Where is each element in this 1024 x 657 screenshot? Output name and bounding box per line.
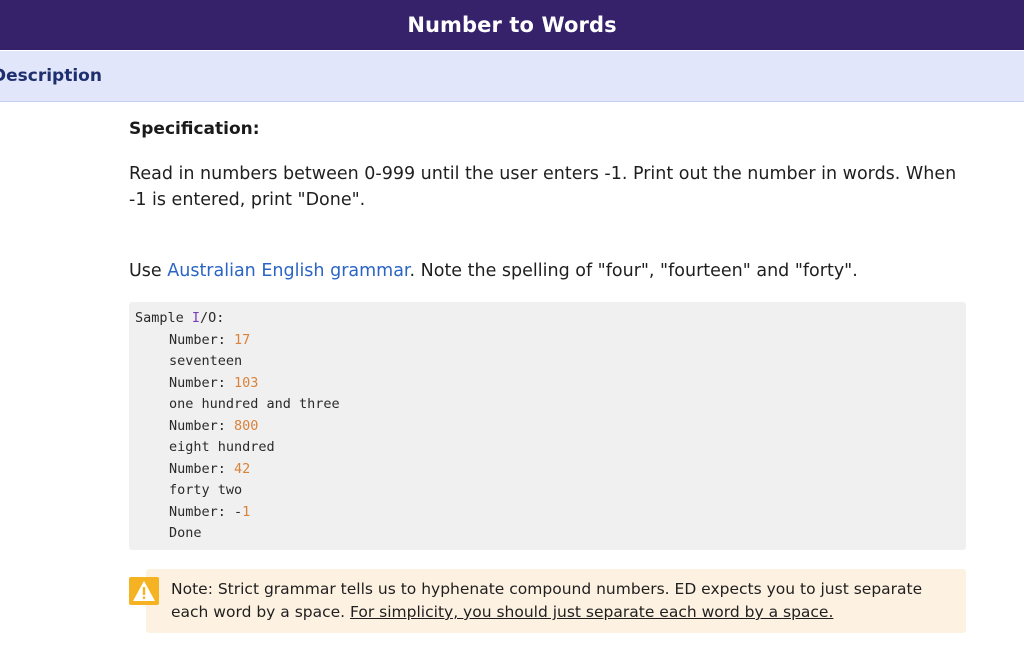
input-number: 1 bbox=[242, 503, 251, 520]
code-line: eight hundred bbox=[169, 439, 275, 455]
grammar-suffix: . Note the spelling of "four", "fourteen… bbox=[409, 261, 858, 281]
specification-heading: Specification: bbox=[129, 119, 260, 139]
code-line: seventeen bbox=[169, 353, 243, 369]
code-line: Number: -1 bbox=[169, 502, 250, 523]
prompt-label: Number: bbox=[169, 460, 235, 477]
grammar-paragraph: Use Australian English grammar. Note the… bbox=[129, 258, 966, 284]
code-line: Number: 42 bbox=[169, 459, 250, 480]
code-line: Number: 103 bbox=[169, 373, 258, 394]
sample-io-title: Sample I/O: bbox=[135, 308, 224, 329]
tab-description[interactable]: Description bbox=[0, 66, 102, 86]
code-line: one hundred and three bbox=[169, 396, 340, 412]
prompt-label: Number: bbox=[169, 503, 235, 520]
code-line: forty two bbox=[169, 482, 243, 498]
prompt-label: Number: bbox=[169, 374, 235, 391]
grammar-prefix: Use bbox=[129, 261, 168, 281]
app-header: Number to Words bbox=[0, 0, 1024, 50]
spec-paragraph: Read in numbers between 0-999 until the … bbox=[129, 164, 957, 210]
sample-title-keyword: I bbox=[191, 310, 201, 326]
page-title: Number to Words bbox=[407, 13, 617, 37]
australian-grammar-link[interactable]: Australian English grammar bbox=[167, 261, 409, 281]
input-number: 17 bbox=[234, 331, 251, 348]
code-line: Done bbox=[169, 525, 202, 541]
code-line: Number: 17 bbox=[169, 330, 250, 351]
warning-icon bbox=[129, 577, 159, 605]
sample-title-prefix: Sample bbox=[135, 310, 192, 326]
note-emphasis-link[interactable]: For simplicity, you should just separate… bbox=[350, 603, 833, 621]
input-number: 800 bbox=[234, 417, 259, 434]
input-number: 42 bbox=[234, 460, 251, 477]
prompt-label: Number: bbox=[169, 331, 235, 348]
sample-title-suffix: /O: bbox=[200, 310, 225, 326]
note-callout: Note: Strict grammar tells us to hyphena… bbox=[129, 569, 966, 633]
tab-bar: Description bbox=[0, 51, 1024, 102]
prompt-label: Number: bbox=[169, 417, 235, 434]
minus-sign: - bbox=[234, 503, 243, 520]
note-text: Note: Strict grammar tells us to hyphena… bbox=[171, 578, 961, 624]
input-number: 103 bbox=[234, 374, 259, 391]
sample-io-code-block: Sample I/O: Number: 17 seventeen Number:… bbox=[129, 302, 966, 550]
code-line: Number: 800 bbox=[169, 416, 258, 437]
